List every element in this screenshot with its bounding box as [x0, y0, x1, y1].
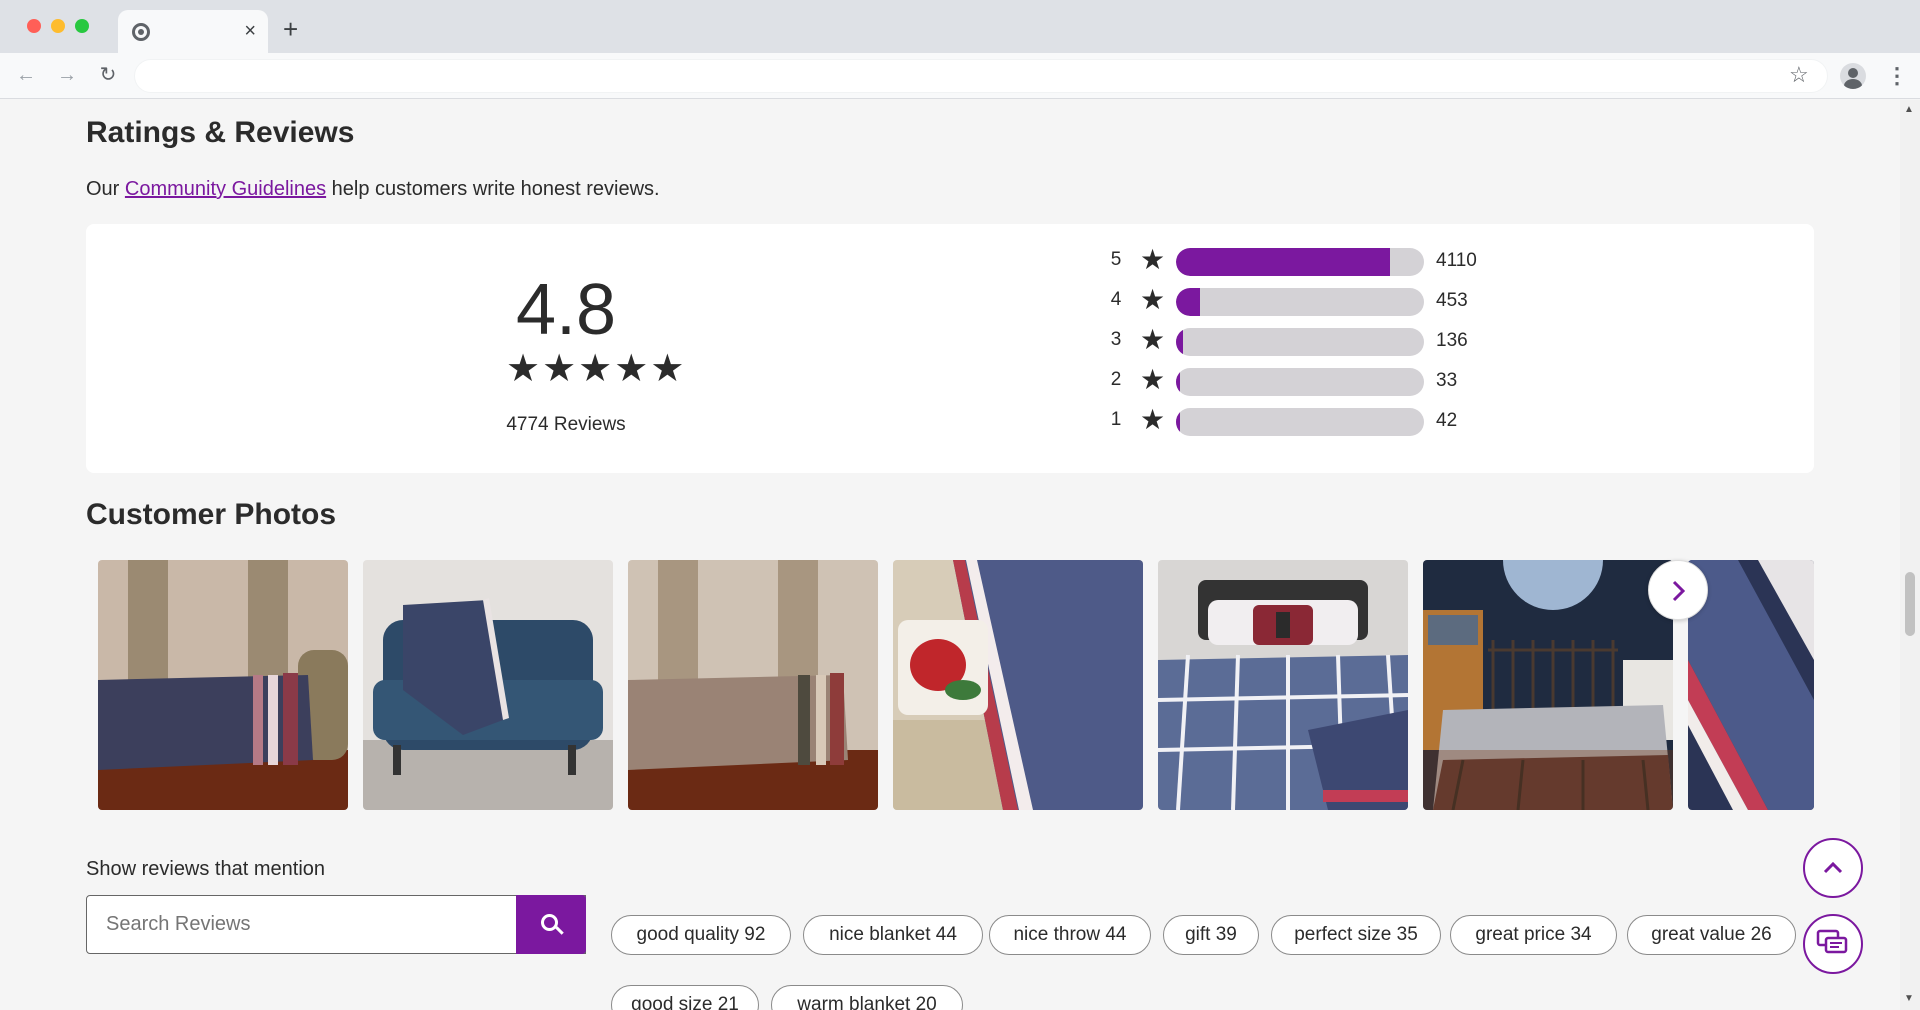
mention-label: Show reviews that mention: [86, 858, 326, 880]
customer-photos-carousel: [98, 560, 1814, 810]
mention-chip[interactable]: good size 21: [611, 985, 759, 1010]
profile-avatar-icon[interactable]: [1840, 63, 1866, 89]
guidelines-prefix: Our: [86, 178, 125, 200]
average-rating-stars: ★ ★ ★ ★ ★: [506, 350, 684, 388]
rating-bar-track: [1176, 328, 1424, 356]
browser-toolbar: ← → ↻ ☆ ⋮: [0, 53, 1920, 99]
close-window-button[interactable]: [27, 19, 41, 33]
rating-bar-track: [1176, 248, 1424, 276]
ratings-reviews-title: Ratings & Reviews: [86, 116, 355, 149]
rating-bar-fill: [1176, 408, 1180, 436]
rating-row-count: 33: [1436, 370, 1458, 391]
star-icon: ★: [578, 348, 613, 390]
review-count: 4774 Reviews: [506, 414, 626, 435]
customer-photos-title: Customer Photos: [86, 498, 337, 531]
star-icon: ★: [1140, 324, 1166, 355]
rating-row-label: 1: [1110, 409, 1122, 430]
photo-blanket-with-cardinal-pillow[interactable]: [893, 560, 1143, 810]
rating-bar-fill: [1176, 328, 1183, 356]
photo-plaid-bed-with-deer-pillow[interactable]: [1158, 560, 1408, 810]
rating-bar-fill: [1176, 368, 1180, 396]
mention-chip[interactable]: great price 34: [1450, 915, 1617, 955]
browser-tab[interactable]: ×: [118, 10, 268, 53]
chevron-up-icon: [1823, 861, 1843, 874]
minimize-window-button[interactable]: [51, 19, 65, 33]
chrome-favicon-icon: [132, 23, 150, 41]
carousel-next-button[interactable]: [1648, 560, 1708, 620]
back-icon[interactable]: ←: [14, 63, 38, 87]
star-icon: ★: [1140, 364, 1166, 395]
photo-blanket-on-sofa-light[interactable]: [628, 560, 878, 810]
bookmark-star-icon[interactable]: ☆: [1789, 62, 1809, 88]
rating-row-4[interactable]: 4 ★ 453: [1106, 284, 1506, 316]
mention-chip[interactable]: nice blanket 44: [803, 915, 983, 955]
rating-row-count: 4110: [1436, 250, 1477, 271]
photo-blanket-on-blue-loveseat[interactable]: [363, 560, 613, 810]
star-icon: ★: [614, 348, 649, 390]
star-icon: ★: [650, 348, 685, 390]
chevron-right-icon: [1672, 580, 1686, 602]
rating-row-label: 2: [1110, 369, 1122, 390]
rating-row-3[interactable]: 3 ★ 136: [1106, 324, 1506, 356]
rating-row-label: 5: [1110, 249, 1122, 270]
star-icon: ★: [542, 348, 577, 390]
search-reviews-input[interactable]: [86, 895, 586, 954]
star-icon: ★: [1140, 404, 1166, 435]
photo-plaid-bed-with-iron-headboard[interactable]: [1423, 560, 1673, 810]
rating-row-label: 4: [1110, 289, 1122, 310]
rating-row-5[interactable]: 5 ★ 4110: [1106, 244, 1506, 276]
guidelines-suffix: help customers write honest reviews.: [326, 178, 660, 200]
star-icon: ★: [506, 348, 541, 390]
community-guidelines-link[interactable]: Community Guidelines: [125, 178, 326, 200]
rating-bar-track: [1176, 368, 1424, 396]
scroll-down-arrow-icon[interactable]: ▼: [1904, 993, 1914, 1004]
browser-menu-icon[interactable]: ⋮: [1886, 63, 1908, 89]
rating-bar-fill: [1176, 288, 1200, 316]
browser-tab-strip: × +: [0, 0, 1920, 53]
address-bar[interactable]: [134, 59, 1828, 93]
star-icon: ★: [1140, 284, 1166, 315]
scroll-thumb[interactable]: [1905, 572, 1915, 636]
rating-row-2[interactable]: 2 ★ 33: [1106, 364, 1506, 396]
reload-icon[interactable]: ↻: [96, 63, 120, 87]
rating-bar-track: [1176, 288, 1424, 316]
guidelines-text: Our Community Guidelines help customers …: [86, 178, 660, 201]
page-scrollbar[interactable]: ▲ ▼: [1900, 100, 1920, 1010]
rating-row-count: 42: [1436, 410, 1458, 431]
chat-button[interactable]: [1803, 914, 1863, 974]
mention-chip[interactable]: great value 26: [1627, 915, 1796, 955]
chat-icon: [1816, 929, 1848, 954]
mention-chip[interactable]: perfect size 35: [1271, 915, 1441, 955]
rating-row-label: 3: [1110, 329, 1122, 350]
rating-row-count: 136: [1436, 330, 1468, 351]
average-rating: 4.8: [515, 270, 617, 350]
forward-icon[interactable]: →: [55, 63, 79, 87]
mention-chip[interactable]: gift 39: [1163, 915, 1259, 955]
new-tab-button[interactable]: +: [283, 14, 298, 44]
tab-close-icon[interactable]: ×: [244, 19, 256, 43]
mention-chip[interactable]: warm blanket 20: [771, 985, 963, 1010]
photo-blanket-on-sofa-dark[interactable]: [98, 560, 348, 810]
rating-bar-fill: [1176, 248, 1390, 276]
rating-row-count: 453: [1436, 290, 1468, 311]
ratings-summary-card: 4.8 ★ ★ ★ ★ ★ 4774 Reviews 5 ★ 4110 4 ★ 453 3 ★ 136 2…: [86, 224, 1814, 473]
mention-chip[interactable]: good quality 92: [611, 915, 791, 955]
rating-bar-track: [1176, 408, 1424, 436]
search-reviews-button[interactable]: [516, 895, 586, 954]
search-icon-handle: [555, 926, 564, 935]
mention-chip[interactable]: nice throw 44: [989, 915, 1151, 955]
scroll-to-top-button[interactable]: [1803, 838, 1863, 898]
maximize-window-button[interactable]: [75, 19, 89, 33]
scroll-up-arrow-icon[interactable]: ▲: [1904, 104, 1914, 115]
rating-row-1[interactable]: 1 ★ 42: [1106, 404, 1506, 436]
star-icon: ★: [1140, 244, 1166, 275]
